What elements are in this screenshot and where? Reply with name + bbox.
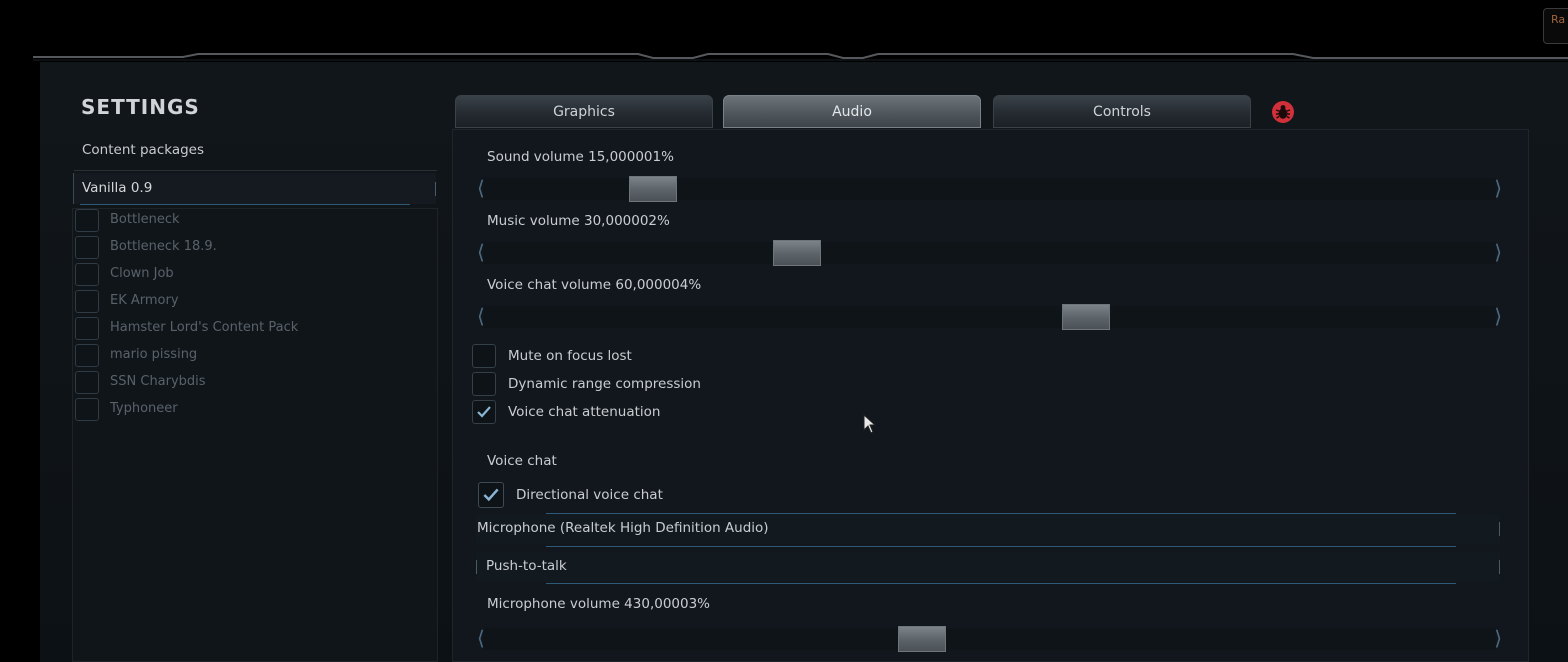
dynamic-range-compression-checkbox[interactable] [472, 372, 496, 396]
divider [546, 583, 1456, 584]
sound-volume-label: Sound volume 15,000001% [487, 149, 674, 165]
directional-voice-chat-checkbox[interactable] [478, 482, 504, 508]
package-name: mario pissing [110, 347, 198, 362]
dropdown-edge [1499, 522, 1500, 536]
package-name: Hamster Lord's Content Pack [110, 320, 299, 335]
package-checkbox[interactable] [75, 209, 99, 232]
package-name: Bottleneck 18.9. [110, 239, 217, 254]
corner-tag: Ra [1543, 8, 1568, 44]
music-volume-slider[interactable]: ⟨ ⟩ [477, 240, 1502, 266]
dropdown-edge [435, 182, 436, 196]
directional-voice-chat-label: Directional voice chat [516, 487, 663, 503]
package-name: Typhoneer [110, 401, 178, 416]
list-item[interactable]: Bottleneck [75, 209, 435, 232]
package-name: SSN Charybdis [110, 374, 206, 389]
list-item[interactable]: EK Armory [75, 290, 435, 313]
package-name: Clown Job [110, 266, 174, 281]
package-name: Bottleneck [110, 212, 180, 227]
slider-handle[interactable] [898, 626, 947, 652]
package-checkbox[interactable] [75, 236, 99, 259]
slider-track[interactable] [483, 242, 1496, 264]
tab-audio[interactable]: Audio [723, 95, 981, 128]
core-package-selector[interactable]: Vanilla 0.9 [73, 173, 436, 204]
dynamic-range-compression-label: Dynamic range compression [508, 376, 701, 392]
checkmark-icon [477, 406, 491, 418]
list-item[interactable]: Hamster Lord's Content Pack [75, 317, 435, 340]
voice-chat-attenuation-label: Voice chat attenuation [508, 404, 661, 420]
voice-chat-volume-slider[interactable]: ⟨ ⟩ [477, 304, 1502, 330]
top-frame-ornament [33, 53, 1568, 61]
divider [546, 546, 1456, 547]
package-name: EK Armory [110, 293, 179, 308]
chevron-right-icon[interactable]: ⟩ [1494, 627, 1502, 649]
mute-on-focus-lost-checkbox[interactable] [472, 344, 496, 368]
mute-on-focus-lost-label: Mute on focus lost [508, 348, 632, 364]
microphone-device-value: Microphone (Realtek High Definition Audi… [477, 520, 769, 536]
list-item[interactable]: mario pissing [75, 344, 435, 367]
chevron-right-icon[interactable]: ⟩ [1494, 241, 1502, 263]
chevron-left-icon[interactable]: ⟨ [477, 627, 485, 649]
package-checkbox[interactable] [75, 344, 99, 367]
list-item[interactable]: Bottleneck 18.9. [75, 236, 435, 259]
divider [80, 204, 410, 205]
divider [74, 170, 437, 171]
voice-chat-header: Voice chat [487, 453, 557, 469]
voice-chat-volume-label: Voice chat volume 60,000004% [487, 277, 702, 293]
package-checkbox[interactable] [75, 371, 99, 394]
music-volume-label: Music volume 30,000002% [487, 213, 670, 229]
chevron-left-icon[interactable]: ⟨ [477, 241, 485, 263]
chevron-right-icon[interactable]: ⟩ [1494, 177, 1502, 199]
page-title: SETTINGS [81, 95, 200, 119]
slider-track[interactable] [483, 306, 1496, 328]
package-checkbox[interactable] [75, 263, 99, 286]
voice-mode-value: Push-to-talk [486, 558, 567, 574]
chevron-left-icon[interactable]: ⟨ [477, 177, 485, 199]
microphone-device-dropdown[interactable]: Microphone (Realtek High Definition Audi… [476, 513, 1500, 547]
slider-handle[interactable] [773, 240, 822, 266]
package-list[interactable]: Bottleneck Bottleneck 18.9. Clown Job EK… [72, 208, 438, 662]
checkmark-icon [483, 488, 499, 502]
core-package-name: Vanilla 0.9 [82, 180, 153, 196]
dropdown-edge [476, 560, 477, 574]
divider [546, 513, 1456, 514]
slider-handle[interactable] [1061, 304, 1110, 330]
voice-mode-dropdown[interactable]: Push-to-talk [476, 552, 1500, 584]
tab-controls[interactable]: Controls [993, 95, 1251, 128]
dropdown-edge [1499, 560, 1500, 574]
package-checkbox[interactable] [75, 398, 99, 421]
microphone-volume-slider[interactable]: ⟨ ⟩ [477, 626, 1502, 652]
package-checkbox[interactable] [75, 317, 99, 340]
sound-volume-slider[interactable]: ⟨ ⟩ [477, 176, 1502, 202]
mouse-cursor-icon [863, 414, 877, 434]
list-item[interactable]: Typhoneer [75, 398, 435, 421]
content-packages-label: Content packages [82, 142, 205, 158]
chevron-right-icon[interactable]: ⟩ [1494, 305, 1502, 327]
bug-icon[interactable] [1271, 100, 1295, 124]
voice-chat-attenuation-checkbox[interactable] [472, 400, 496, 424]
tab-graphics[interactable]: Graphics [455, 95, 713, 128]
microphone-volume-label: Microphone volume 430,00003% [487, 596, 711, 612]
package-checkbox[interactable] [75, 290, 99, 313]
slider-handle[interactable] [629, 176, 678, 202]
slider-track[interactable] [483, 628, 1496, 650]
chevron-left-icon[interactable]: ⟨ [477, 305, 485, 327]
list-item[interactable]: SSN Charybdis [75, 371, 435, 394]
list-item[interactable]: Clown Job [75, 263, 435, 286]
